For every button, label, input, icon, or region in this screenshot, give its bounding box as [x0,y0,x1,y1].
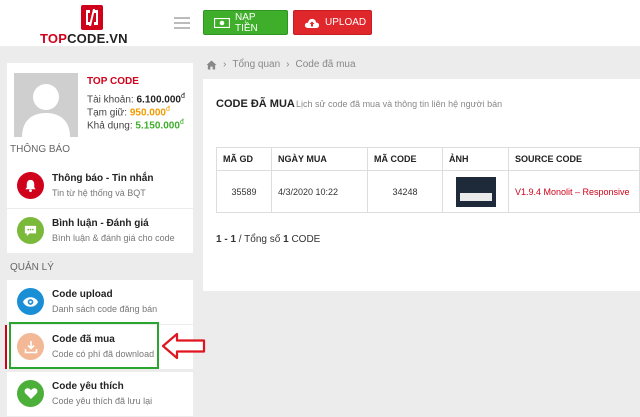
sidebar-item-subtitle: Code yêu thích đã lưu lại [52,396,153,406]
money-icon [214,17,230,28]
pager-unit: CODE [291,234,321,245]
breadcrumb-current: Code đã mua [295,59,356,70]
sidebar-item-title: Bình luận - Đánh giá [52,218,149,229]
source-code-link[interactable]: V1.9.4 Monolit – Responsive [508,170,640,213]
thumbnail-cell [442,170,509,213]
sidebar-item-notifications[interactable]: Thông báo - Tin nhắn Tin từ hệ thống và … [7,164,193,208]
sidebar-item-title: Code yêu thích [52,381,124,392]
chat-icon [17,217,44,244]
column-header: MÃ GD [216,147,272,171]
sidebar-item-subtitle: Bình luận & đánh giá cho code [52,233,175,243]
deposit-button-label: NẠP TIỀN [235,11,258,34]
logo-text-rest: CODE.VN [67,31,128,46]
sidebar: TOP CODE Tài khoản: 6.100.000đ Tạm giữ: … [0,46,200,417]
menu-toggle-icon[interactable] [174,17,190,29]
hold-value: 950.000 [129,107,166,119]
pager-text: / Tổng số [238,234,281,245]
avatar[interactable] [14,73,78,137]
hold-currency: đ [165,106,170,113]
hold-label: Tạm giữ: [87,107,128,119]
chevron-right-icon: › [223,59,227,70]
section-title-manage: QUẢN LÝ [10,262,54,273]
breadcrumb: › Tổng quan › Code đã mua [206,59,356,70]
sidebar-item-subtitle: Danh sách code đăng bán [52,304,158,314]
hold-row: Tạm giữ: 950.000đ [87,106,170,118]
page-description: Lịch sử code đã mua và thông tin liên hệ… [296,99,503,109]
available-row: Khả dụng: 5.150.000đ [87,119,184,131]
sidebar-item-title: Code upload [52,289,113,300]
balance-currency: đ [180,93,185,100]
available-value: 5.150.000 [135,120,180,132]
sidebar-item-title: Thông báo - Tin nhắn [52,173,154,184]
user-avatar-icon [14,73,78,137]
eye-icon [17,288,44,315]
logo-text: TOPCODE.VN [40,31,128,46]
bell-icon [17,172,44,199]
heart-icon [17,380,44,407]
profile-name: TOP CODE [87,76,139,87]
arrow-left-icon [161,332,206,360]
upload-button-label: UPLOAD [325,17,367,28]
available-currency: đ [179,119,184,126]
breadcrumb-overview[interactable]: Tổng quan [232,59,280,70]
site-logo[interactable]: TOPCODE.VN [40,5,150,46]
cloud-upload-icon [304,17,320,29]
sidebar-item-favorites[interactable]: Code yêu thích Code yêu thích đã lưu lại [7,372,193,416]
logo-text-top: TOP [40,31,68,46]
sidebar-item-subtitle: Tin từ hệ thống và BQT [52,188,146,198]
available-label: Khả dụng: [87,120,133,132]
column-header: ẢNH [442,147,509,171]
page-title: CODE ĐÃ MUA [216,98,295,110]
home-icon[interactable] [206,59,217,70]
code-thumbnail[interactable] [455,176,496,207]
balance-value: 6.100.000 [136,94,181,106]
logo-mark-icon [81,5,103,30]
transaction-id: 35589 [216,170,272,213]
purchase-date: 4/3/2020 10:22 [271,170,368,213]
balance-label: Tài khoản: [87,94,134,106]
top-header: TOPCODE.VN NẠP TIỀN UPLOAD [0,0,640,46]
pager-total: 1 [283,234,289,245]
balance-row: Tài khoản: 6.100.000đ [87,93,185,105]
sidebar-item-comments[interactable]: Bình luận - Đánh giá Bình luận & đánh gi… [7,209,193,253]
main-panel: CODE ĐÃ MUA Lịch sử code đã mua và thông… [203,79,640,291]
column-header: MÃ CODE [367,147,443,171]
chevron-right-icon: › [286,59,290,70]
table-header-row: MÃ GD NGÀY MUA MÃ CODE ẢNH SOURCE CODE [216,147,640,171]
pager-range: 1 - 1 [216,234,237,245]
code-id: 34248 [367,170,443,213]
column-header: NGÀY MUA [271,147,368,171]
upload-button[interactable]: UPLOAD [293,10,372,35]
section-title-notify: THÔNG BÁO [10,144,71,155]
purchased-code-table: MÃ GD NGÀY MUA MÃ CODE ẢNH SOURCE CODE 3… [216,147,640,213]
highlight-box [9,322,159,369]
sidebar-item-code-upload[interactable]: Code upload Danh sách code đăng bán [7,280,193,324]
table-row: 35589 4/3/2020 10:22 34248 V1.9.4 Monoli… [216,170,640,213]
column-header: SOURCE CODE [508,147,640,171]
pagination-summary: 1 - 1 / Tổng số 1 CODE [216,234,320,245]
deposit-button[interactable]: NẠP TIỀN [203,10,288,35]
